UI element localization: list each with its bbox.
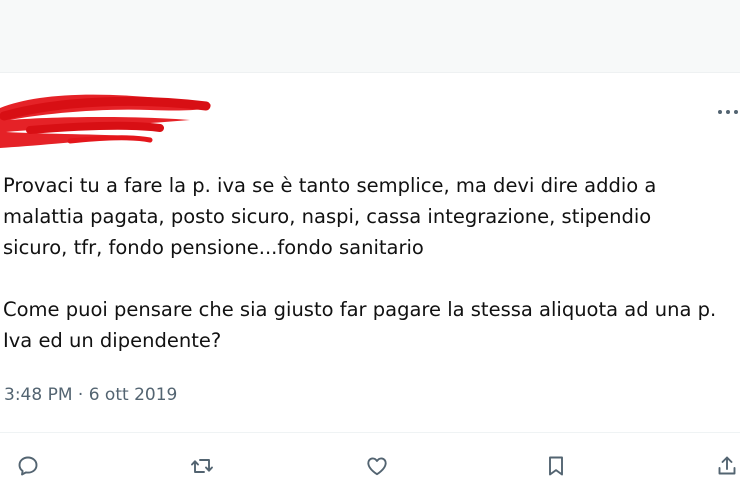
reply-icon <box>18 456 38 476</box>
reply-button[interactable] <box>13 451 43 481</box>
redacted-username <box>0 94 211 148</box>
tweet-text-line: Iva ed un dipendente? <box>3 329 222 352</box>
header-band <box>0 0 740 73</box>
retweet-button[interactable] <box>187 451 217 481</box>
share-button[interactable] <box>712 451 740 481</box>
bookmark-button[interactable] <box>541 451 571 481</box>
tweet-view: Provaci tu a fare la p. iva se è tanto s… <box>0 0 740 500</box>
tweet-text-line: Come puoi pensare che sia giusto far pag… <box>3 298 717 321</box>
tweet-timestamp[interactable]: 3:48 PM · 6 ott 2019 <box>4 385 177 405</box>
tweet-text-line: malattia pagata, posto sicuro, naspi, ca… <box>3 205 652 228</box>
heart-icon <box>367 457 387 476</box>
share-icon <box>718 456 736 475</box>
more-options-icon[interactable] <box>716 104 740 118</box>
divider <box>0 432 740 433</box>
like-button[interactable] <box>362 451 392 481</box>
bookmark-icon <box>549 456 563 476</box>
retweet-icon <box>191 459 213 473</box>
tweet-text: Provaci tu a fare la p. iva se è tanto s… <box>3 170 740 356</box>
tweet-text-line: sicuro, tfr, fondo pensione...fondo sani… <box>3 236 424 259</box>
tweet-text-line: Provaci tu a fare la p. iva se è tanto s… <box>3 174 657 197</box>
